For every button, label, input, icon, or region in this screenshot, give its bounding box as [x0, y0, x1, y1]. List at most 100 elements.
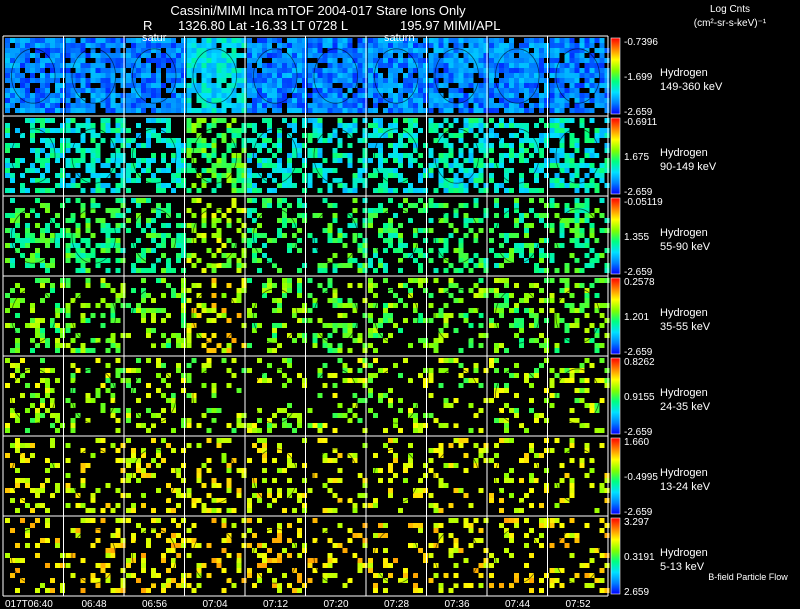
pixel-cell [574, 323, 580, 328]
pixel-cell [599, 168, 605, 173]
pixel-cell [599, 133, 605, 138]
pixel-cell [317, 268, 323, 273]
pixel-cell [10, 188, 15, 193]
pixel-cell [478, 83, 484, 88]
pixel-cell [373, 373, 378, 378]
pixel-cell [458, 58, 464, 63]
pixel-cell [297, 373, 302, 378]
pixel-cell [428, 303, 434, 308]
pixel-cell [186, 83, 192, 88]
pixel-cell [221, 58, 227, 63]
pixel-cell [327, 348, 333, 353]
pixel-cell [463, 158, 469, 163]
pixel-cell [483, 88, 489, 93]
pixel-cell [181, 378, 186, 383]
pixel-cell [564, 163, 570, 168]
pixel-cell [574, 68, 580, 73]
pixel-cell [85, 223, 91, 228]
pixel-cell [55, 303, 60, 308]
pixel-cell [181, 53, 186, 58]
pixel-cell [221, 158, 227, 163]
pixel-cell [151, 473, 156, 478]
pixel-cell [519, 328, 524, 333]
pixel-cell [287, 168, 292, 173]
pixel-cell [115, 163, 121, 168]
pixel-cell [483, 163, 489, 168]
pixel-cell [171, 93, 176, 98]
pixel-cell [236, 288, 242, 293]
pixel-cell [50, 233, 55, 238]
pixel-cell [478, 258, 484, 263]
pixel-cell [176, 493, 181, 498]
pixel-cell [60, 48, 65, 53]
pixel-cell [347, 128, 353, 133]
pixel-cell [151, 573, 156, 578]
pixel-cell [176, 143, 181, 148]
pixel-cell [342, 123, 348, 128]
pixel-cell [569, 153, 575, 158]
pixel-cell [186, 43, 192, 48]
pixel-cell [534, 93, 539, 98]
pixel-cell [604, 368, 610, 373]
pixel-cell [100, 563, 106, 568]
pixel-cell [423, 473, 428, 478]
pixel-cell [499, 303, 504, 308]
pixel-cell [136, 368, 141, 373]
pixel-cell [5, 358, 10, 363]
pixel-cell [95, 218, 101, 223]
pixel-cell [50, 38, 55, 43]
pixel-cell [494, 213, 499, 218]
pixel-cell [423, 423, 428, 428]
pixel-cell [211, 58, 217, 63]
pixel-cell [247, 343, 252, 348]
pixel-cell [337, 53, 343, 58]
pixel-cell [428, 83, 434, 88]
pixel-cell [5, 243, 10, 248]
pixel-cell [443, 248, 449, 253]
pixel-cell [433, 48, 439, 53]
pixel-cell [468, 503, 474, 508]
pixel-cell [534, 313, 539, 318]
pixel-cell [45, 523, 50, 528]
pixel-cell [171, 428, 176, 433]
pixel-cell [373, 73, 378, 78]
pixel-cell [362, 248, 368, 253]
pixel-cell [448, 278, 454, 283]
pixel-cell [191, 253, 197, 258]
pixel-cell [473, 368, 479, 373]
pixel-cell [226, 63, 232, 68]
pixel-cell [534, 368, 539, 373]
pixel-cell [257, 448, 262, 453]
pixel-cell [428, 493, 434, 498]
pixel-cell [241, 148, 247, 153]
pixel-cell [398, 238, 403, 243]
pixel-cell [357, 63, 363, 68]
pixel-cell [45, 238, 50, 243]
pixel-cell [136, 198, 141, 203]
pixel-cell [458, 248, 464, 253]
pixel-cell [368, 258, 373, 263]
pixel-cell [292, 108, 297, 113]
pixel-cell [216, 158, 222, 163]
pixel-cell [211, 163, 217, 168]
pixel-cell [564, 158, 570, 163]
pixel-cell [25, 233, 30, 238]
pixel-cell [302, 178, 307, 183]
pixel-cell [105, 163, 111, 168]
pixel-cell [75, 43, 81, 48]
pixel-cell [438, 38, 444, 43]
contour-line [555, 288, 600, 344]
pixel-cell [55, 173, 60, 178]
pixel-cell [65, 73, 71, 78]
pixel-cell [100, 53, 106, 58]
pixel-cell [30, 163, 35, 168]
pixel-cell [489, 48, 494, 53]
pixel-cell [25, 93, 30, 98]
pixel-cell [312, 123, 318, 128]
pixel-cell [267, 103, 272, 108]
pixel-cell [403, 188, 408, 193]
pixel-cell [186, 98, 192, 103]
pixel-cell [181, 493, 186, 498]
pixel-cell [30, 303, 35, 308]
pixel-cell [277, 78, 282, 83]
